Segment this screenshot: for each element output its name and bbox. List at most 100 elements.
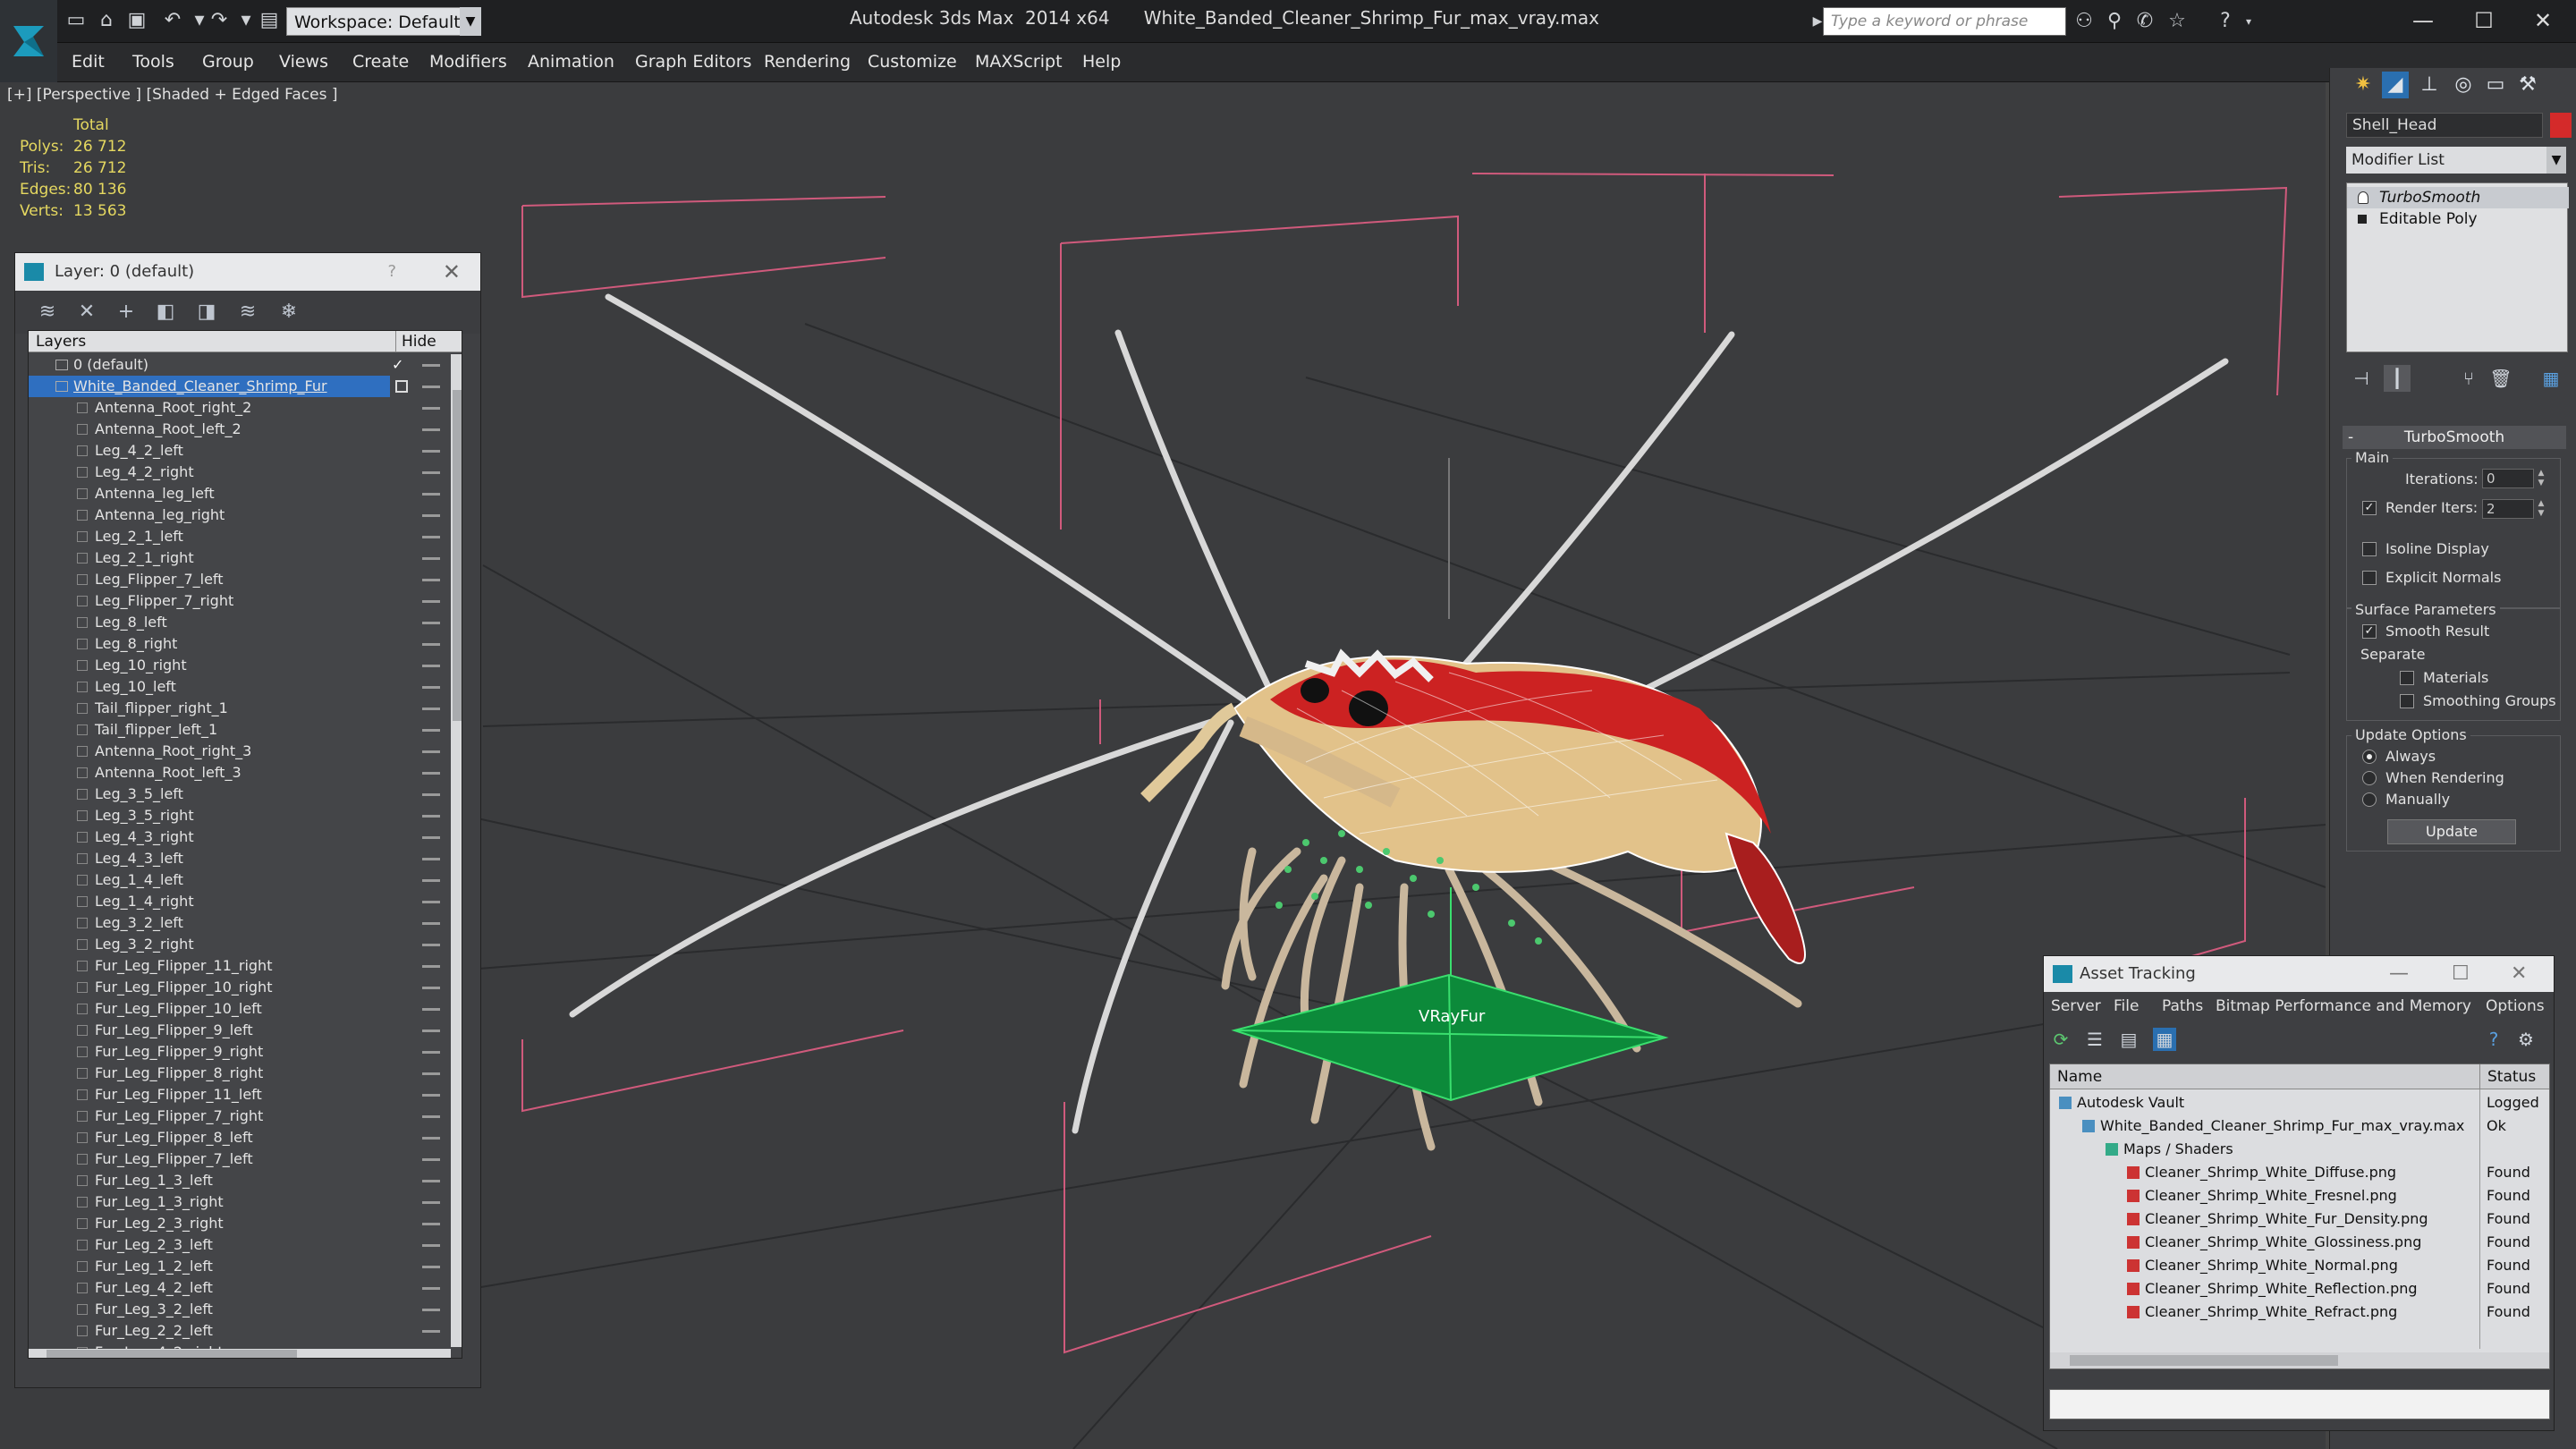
hierarchy-tab-icon[interactable]: ⊥ xyxy=(2416,72,2443,98)
layer-object-row[interactable]: Leg_8_left xyxy=(29,612,449,633)
column-layers[interactable]: Layers xyxy=(36,331,86,352)
asset-row[interactable]: Cleaner_Shrimp_White_Diffuse.png Found xyxy=(2050,1161,2549,1184)
layer-object-row[interactable]: Antenna_Root_left_2 xyxy=(29,419,449,440)
hide-toggle[interactable] xyxy=(422,729,440,732)
menu-create[interactable]: Create xyxy=(352,52,409,72)
stack-item-turbosmooth[interactable]: TurboSmooth xyxy=(2347,187,2569,208)
manually-radio[interactable] xyxy=(2362,792,2377,807)
menu-bitmap-performance[interactable]: Bitmap Performance and Memory xyxy=(2216,997,2471,1015)
hide-toggle[interactable] xyxy=(422,901,440,903)
menu-group[interactable]: Group xyxy=(202,52,254,72)
layer-object-row[interactable]: Fur_Leg_Flipper_7_left xyxy=(29,1148,449,1170)
project-folder-icon[interactable]: ▤ xyxy=(258,9,281,32)
hide-toggle[interactable] xyxy=(422,600,440,603)
layer-row-selected[interactable]: White_Banded_Cleaner_Shrimp_Fur xyxy=(29,376,390,397)
hide-toggle[interactable] xyxy=(422,643,440,646)
hide-toggle[interactable] xyxy=(422,428,440,431)
menu-paths[interactable]: Paths xyxy=(2162,997,2203,1015)
help-icon[interactable]: ? xyxy=(387,253,396,291)
minimize-button[interactable]: — xyxy=(2401,4,2445,38)
freeze-all-icon[interactable]: ❄ xyxy=(276,300,301,325)
layer-object-row[interactable]: Leg_4_3_left xyxy=(29,848,449,869)
layer-row-default[interactable]: 0 (default) ✓ xyxy=(29,354,449,376)
chevron-down-icon[interactable]: ▼ xyxy=(2546,147,2566,174)
hide-toggle[interactable] xyxy=(422,579,440,581)
stack-item-editable-poly[interactable]: Editable Poly xyxy=(2347,208,2569,230)
layer-object-row[interactable]: Fur_Leg_Flipper_9_left xyxy=(29,1020,449,1041)
rollout-header[interactable]: - TurboSmooth xyxy=(2343,426,2566,449)
scrollbar-thumb[interactable] xyxy=(2070,1355,2338,1366)
binoculars-icon[interactable]: ⚇ xyxy=(2072,9,2097,34)
asset-row[interactable]: Maps / Shaders xyxy=(2050,1138,2549,1161)
layer-object-row[interactable]: Leg_Flipper_7_left xyxy=(29,569,449,590)
hide-toggle[interactable] xyxy=(422,1309,440,1311)
search-input[interactable]: Type a keyword or phrase xyxy=(1823,7,2066,36)
column-status[interactable]: Status xyxy=(2479,1064,2549,1089)
object-name-field[interactable]: Shell_Head xyxy=(2346,113,2543,138)
menu-options[interactable]: Options xyxy=(2486,997,2545,1015)
hide-toggle[interactable] xyxy=(422,557,440,560)
show-end-result-icon[interactable]: ┃ xyxy=(2384,365,2411,392)
render-iters-spinner[interactable]: 2 xyxy=(2482,499,2534,519)
highlight-layer-icon[interactable]: ◨ xyxy=(194,300,219,325)
make-unique-icon[interactable]: ⑂ xyxy=(2455,365,2482,392)
asset-table[interactable]: Name Status Autodesk Vault Logged White_Ba… xyxy=(2049,1063,2550,1369)
menu-help[interactable]: Help xyxy=(1082,52,1121,72)
asset-row[interactable]: Cleaner_Shrimp_White_Fur_Density.png Foun… xyxy=(2050,1208,2549,1231)
layer-object-row[interactable]: Leg_10_left xyxy=(29,676,449,698)
layer-object-row[interactable]: Antenna_leg_left xyxy=(29,483,449,504)
favorites-star-icon[interactable]: ☆ xyxy=(2165,9,2190,34)
layer-object-row[interactable]: Fur_Leg_Flipper_11_left xyxy=(29,1084,449,1106)
hide-toggle[interactable] xyxy=(422,364,440,367)
hide-toggle[interactable] xyxy=(422,1115,440,1118)
hide-toggle[interactable] xyxy=(422,922,440,925)
hide-toggle[interactable] xyxy=(422,1051,440,1054)
redo-dropdown-icon[interactable]: ▾ xyxy=(234,9,258,32)
scrollbar-thumb[interactable] xyxy=(47,1350,297,1358)
list-view-icon[interactable]: ☰ xyxy=(2083,1028,2106,1051)
thumbnail-view-icon[interactable]: ▤ xyxy=(2117,1028,2140,1051)
hide-toggle[interactable] xyxy=(422,1008,440,1011)
layer-object-row[interactable]: Leg_4_3_right xyxy=(29,826,449,848)
layer-object-row[interactable]: Leg_8_right xyxy=(29,633,449,655)
new-file-icon[interactable]: ▭ xyxy=(64,9,88,32)
current-layer-check-icon[interactable]: ✓ xyxy=(392,354,403,376)
motion-tab-icon[interactable]: ◎ xyxy=(2450,72,2477,98)
hide-toggle[interactable] xyxy=(422,858,440,860)
hide-toggle[interactable] xyxy=(422,879,440,882)
hide-toggle[interactable] xyxy=(422,386,440,388)
hide-toggle[interactable] xyxy=(422,471,440,474)
when-rendering-radio[interactable] xyxy=(2362,771,2377,785)
layer-object-row[interactable]: Leg_2_1_left xyxy=(29,526,449,547)
layer-object-row[interactable]: Leg_4_2_left xyxy=(29,440,449,462)
horizontal-scrollbar[interactable] xyxy=(2050,1352,2549,1368)
isoline-display-checkbox[interactable] xyxy=(2362,542,2377,556)
hide-toggle[interactable] xyxy=(422,1330,440,1333)
menu-modifiers[interactable]: Modifiers xyxy=(429,52,507,72)
layer-object-row[interactable]: Fur_Leg_Flipper_10_left xyxy=(29,998,449,1020)
menu-edit[interactable]: Edit xyxy=(72,52,105,72)
layer-object-row[interactable]: Antenna_Root_right_2 xyxy=(29,397,449,419)
layer-object-row[interactable]: Fur_Leg_4_2_left xyxy=(29,1277,449,1299)
redo-icon[interactable]: ↷ xyxy=(208,9,231,32)
layer-list[interactable]: Layers Hide 0 (default) ✓ White_Banded_Cle… xyxy=(28,330,462,1359)
hide-toggle[interactable] xyxy=(422,1266,440,1268)
column-name[interactable]: Name xyxy=(2057,1064,2102,1089)
update-button[interactable]: Update xyxy=(2387,819,2516,844)
layers-icon[interactable]: ≋ xyxy=(35,300,60,325)
layer-object-row[interactable]: Fur_Leg_Flipper_8_left xyxy=(29,1127,449,1148)
asset-row[interactable]: White_Banded_Cleaner_Shrimp_Fur_max_vray… xyxy=(2050,1114,2549,1138)
hide-toggle[interactable] xyxy=(422,536,440,538)
hide-toggle[interactable] xyxy=(422,622,440,624)
asset-row[interactable]: Cleaner_Shrimp_White_Reflection.png Found xyxy=(2050,1277,2549,1301)
asset-row[interactable]: Cleaner_Shrimp_White_Normal.png Found xyxy=(2050,1254,2549,1277)
hide-toggle[interactable] xyxy=(422,1180,440,1182)
undo-icon[interactable]: ↶ xyxy=(161,9,184,32)
open-file-icon[interactable]: ⌂ xyxy=(95,9,118,32)
hide-toggle[interactable] xyxy=(422,407,440,410)
hide-toggle[interactable] xyxy=(422,944,440,946)
configure-modifier-sets-icon[interactable]: ▦ xyxy=(2538,365,2564,392)
hide-toggle[interactable] xyxy=(422,1072,440,1075)
app-logo[interactable] xyxy=(0,0,57,82)
settings-icon[interactable]: ⚙ xyxy=(2514,1028,2538,1051)
